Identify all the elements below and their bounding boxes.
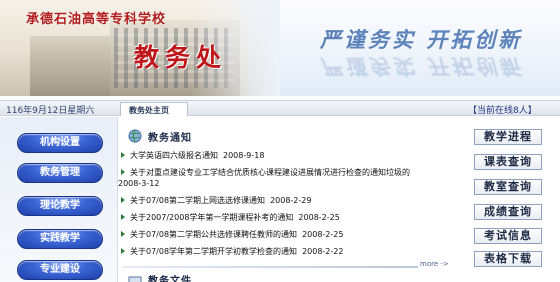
classroom-query-button[interactable]: 教室查询 <box>474 179 542 195</box>
notices-header: 教务通知 <box>128 128 192 144</box>
divider <box>122 266 418 268</box>
form-download-button[interactable]: 表格下载 <box>474 251 542 267</box>
notice-text: 关于对重点建设专业工学结合优质核心课程建设进展情况进行检查的通知垃圾的 <box>130 168 410 177</box>
online-count: 【当前在线8人】 <box>468 106 537 116</box>
notice-date: 2008-2-22 <box>302 247 344 256</box>
sidebar-item-theory[interactable]: 理论教学 <box>17 196 103 216</box>
arrow-right-icon <box>121 248 125 254</box>
files-title: 教务文件 <box>148 276 192 282</box>
quick-links: 教学进程 课表查询 教室查询 成绩查询 考试信息 表格下载 <box>464 117 560 282</box>
grade-query-button[interactable]: 成绩查询 <box>474 204 542 220</box>
sidebar: 机构设置 教务管理 理论教学 实践教学 专业建设 <box>0 117 118 282</box>
folder-icon <box>128 276 142 282</box>
current-date: 116年9月12日星期六 <box>6 106 95 116</box>
notice-text: 关于07/08学年第二学期开学初教学检查的通知 <box>130 247 298 256</box>
sidebar-item-practice[interactable]: 实践教学 <box>17 229 103 249</box>
exam-info-button[interactable]: 考试信息 <box>474 228 542 244</box>
notice-list: 大学英语四六级报名通知 2008-9-18 关于对重点建设专业工学结合优质核心课程… <box>118 150 462 257</box>
notice-date: 2008-2-25 <box>302 230 344 239</box>
tab-home[interactable]: 教务处主页 <box>120 102 188 116</box>
files-header: 教务文件 <box>128 272 192 282</box>
sidebar-item-org[interactable]: 机构设置 <box>17 133 103 153</box>
school-name: 承德石油高等专科学校 <box>26 12 167 27</box>
list-item[interactable]: 关于07/08学年第二学期开学初教学检查的通知 2008-2-22 <box>118 246 462 257</box>
list-item[interactable]: 关于07/08第二学期公共选修课聘任教师的通知 2008-2-25 <box>118 229 462 240</box>
notice-date: 2008-2-29 <box>270 196 312 205</box>
arrow-right-icon <box>121 214 125 220</box>
notice-date: 2008-3-12 <box>118 179 160 188</box>
motto: 严谨务实 开拓创新 <box>320 27 523 52</box>
notice-date: 2008-9-18 <box>223 151 265 160</box>
more-link[interactable]: more -> <box>420 260 449 268</box>
sidebar-item-majors[interactable]: 专业建设 <box>17 260 103 280</box>
arrow-right-icon <box>121 152 125 158</box>
globe-icon <box>128 129 142 143</box>
arrow-right-icon <box>121 231 125 237</box>
sidebar-item-academic-admin[interactable]: 教务管理 <box>17 163 103 183</box>
notice-text: 关于07/08第二学期公共选修课聘任教师的通知 <box>130 230 298 239</box>
list-item[interactable]: 关于对重点建设专业工学结合优质核心课程建设进展情况进行检查的通知垃圾的 2008… <box>118 167 418 189</box>
teaching-schedule-button[interactable]: 教学进程 <box>474 129 542 145</box>
more-bar: more -> <box>118 260 462 270</box>
main-content: 教务通知 大学英语四六级报名通知 2008-9-18 关于对重点建设专业工学结合优… <box>118 117 462 282</box>
timetable-query-button[interactable]: 课表查询 <box>474 154 542 170</box>
list-item[interactable]: 大学英语四六级报名通知 2008-9-18 <box>118 150 462 161</box>
header-banner: 承德石油高等专科学校 教务处 严谨务实 开拓创新 严谨务实 开拓创新 <box>0 0 560 96</box>
notices-title: 教务通知 <box>148 132 192 144</box>
arrow-right-icon <box>121 169 125 175</box>
dept-title: 教务处 <box>134 43 228 72</box>
list-item[interactable]: 关于07/08第二学期上网选选修课通知 2008-2-29 <box>118 195 462 206</box>
nav-strip: 116年9月12日星期六 教务处主页 【当前在线8人】 <box>0 100 560 116</box>
notice-date: 2008-2-25 <box>298 213 340 222</box>
notice-text: 关于2007/2008学年第一学期课程补考的通知 <box>130 213 294 222</box>
motto-reflection: 严谨务实 开拓创新 <box>320 54 523 79</box>
notice-text: 关于07/08第二学期上网选选修课通知 <box>130 196 266 205</box>
list-item[interactable]: 关于2007/2008学年第一学期课程补考的通知 2008-2-25 <box>118 212 462 223</box>
arrow-right-icon <box>121 197 125 203</box>
notice-text: 大学英语四六级报名通知 <box>130 151 218 160</box>
